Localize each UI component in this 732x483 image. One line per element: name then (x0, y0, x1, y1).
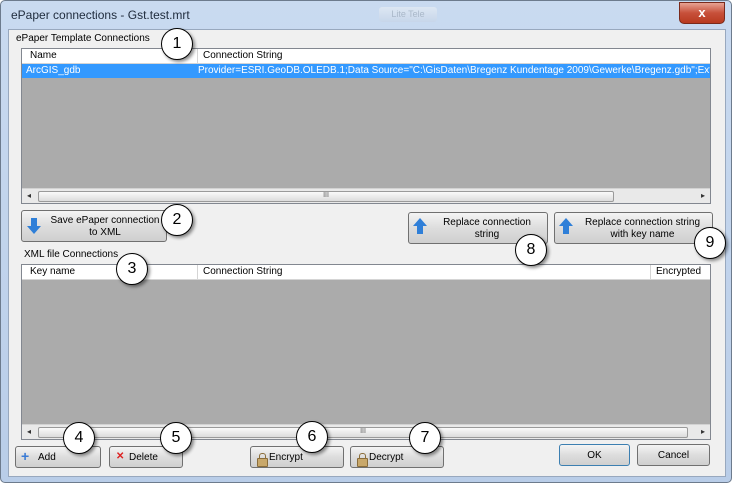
template-connections-grid[interactable]: Name Connection String ArcGIS_gdb Provid… (21, 48, 711, 204)
scroll-right-icon[interactable]: ▸ (696, 425, 710, 439)
epaper-connections-window: ePaper connections - Gst.test.mrt Lite T… (0, 0, 732, 483)
dialog-client-area: ePaper Template Connections Name Connect… (8, 29, 726, 477)
delete-icon: ✕ (116, 451, 125, 462)
add-icon: + (21, 448, 30, 464)
xml-connections-grid[interactable]: Key name Connection String Encrypted ◂ I… (21, 264, 711, 440)
replace-button-line-1: Replace connection (443, 217, 531, 228)
column-header-encrypted[interactable]: Encrypted (656, 266, 701, 277)
callout-1: 1 (161, 28, 193, 60)
callout-4: 4 (63, 422, 95, 454)
save-button-line-2: to XML (89, 227, 121, 238)
callout-6: 6 (296, 421, 328, 453)
xml-connections-label: XML file Connections (22, 249, 121, 260)
save-epaper-connection-button[interactable]: Save ePaper connection to XML (21, 210, 167, 242)
lock-icon (257, 453, 268, 467)
cell-name: ArcGIS_gdb (26, 65, 81, 76)
arrow-up-icon (413, 218, 427, 226)
callout-7: 7 (409, 422, 441, 454)
cancel-button-label: Cancel (657, 450, 690, 461)
cell-connection-string: Provider=ESRI.GeoDB.OLEDB.1;Data Source=… (198, 65, 710, 76)
callout-9: 9 (694, 227, 726, 259)
column-header-name[interactable]: Name (30, 50, 57, 61)
callout-2: 2 (161, 204, 193, 236)
table-row[interactable]: ArcGIS_gdb Provider=ESRI.GeoDB.OLEDB.1;D… (22, 64, 710, 78)
arrow-up-icon-stem (417, 226, 423, 234)
delete-button-label: Delete (129, 452, 158, 463)
encrypt-button-label: Encrypt (269, 452, 303, 463)
column-header-connection-string[interactable]: Connection String (203, 266, 283, 277)
ok-button[interactable]: OK (559, 444, 630, 466)
replace-connection-string-with-key-button[interactable]: Replace connection string with key name (554, 212, 713, 244)
column-header-connection-string[interactable]: Connection String (203, 50, 283, 61)
template-connections-label: ePaper Template Connections (14, 33, 152, 44)
arrow-up-icon-stem (563, 226, 569, 234)
scroll-right-icon[interactable]: ▸ (696, 189, 710, 203)
template-grid-hscrollbar[interactable]: ◂ III ▸ (22, 188, 710, 203)
cancel-button[interactable]: Cancel (637, 444, 710, 466)
encrypt-button[interactable]: Encrypt (250, 446, 344, 468)
column-separator[interactable] (197, 49, 198, 63)
arrow-up-icon (559, 218, 573, 226)
decrypt-button-label: Decrypt (369, 452, 404, 463)
callout-5: 5 (160, 422, 192, 454)
xml-grid-hscrollbar[interactable]: ◂ III ▸ (22, 424, 710, 439)
close-button[interactable]: x (679, 2, 725, 24)
callout-3: 3 (116, 253, 148, 285)
scroll-left-icon[interactable]: ◂ (22, 425, 36, 439)
scroll-thumb[interactable]: III (38, 427, 688, 438)
replace-key-button-line-2: with key name (610, 229, 675, 240)
save-button-line-1: Save ePaper connection (50, 215, 160, 226)
blurred-taskbar-tab: Lite Tele (379, 7, 437, 22)
add-button-label: Add (38, 452, 56, 463)
callout-8: 8 (515, 234, 547, 266)
column-separator[interactable] (197, 265, 198, 279)
arrow-down-icon-head (27, 226, 41, 234)
column-separator[interactable] (650, 265, 651, 279)
unlock-icon (357, 453, 368, 467)
arrow-down-icon (31, 218, 37, 226)
scroll-thumb[interactable]: III (38, 191, 614, 202)
replace-key-button-line-1: Replace connection string (584, 217, 701, 228)
title-bar[interactable]: ePaper connections - Gst.test.mrt Lite T… (1, 1, 731, 29)
scroll-left-icon[interactable]: ◂ (22, 189, 36, 203)
window-title: ePaper connections - Gst.test.mrt (11, 8, 190, 22)
template-grid-header: Name Connection String (22, 49, 710, 64)
column-header-key-name[interactable]: Key name (30, 266, 75, 277)
ok-button-label: OK (587, 450, 602, 461)
